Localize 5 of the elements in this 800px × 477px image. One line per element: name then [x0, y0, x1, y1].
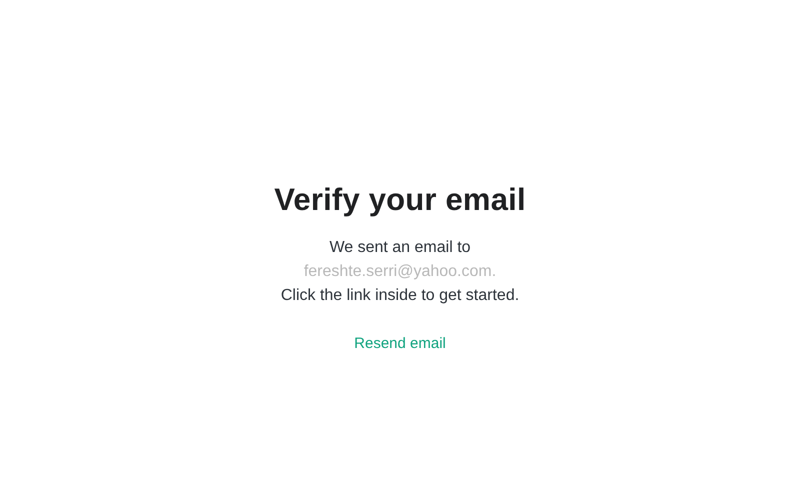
- page-title: Verify your email: [274, 181, 526, 219]
- email-address: fereshte.serri@yahoo.com.: [304, 262, 496, 282]
- resend-email-link[interactable]: Resend email: [354, 332, 446, 356]
- message-text: We sent an email to: [329, 238, 471, 258]
- instruction-text: Click the link inside to get started.: [280, 286, 520, 306]
